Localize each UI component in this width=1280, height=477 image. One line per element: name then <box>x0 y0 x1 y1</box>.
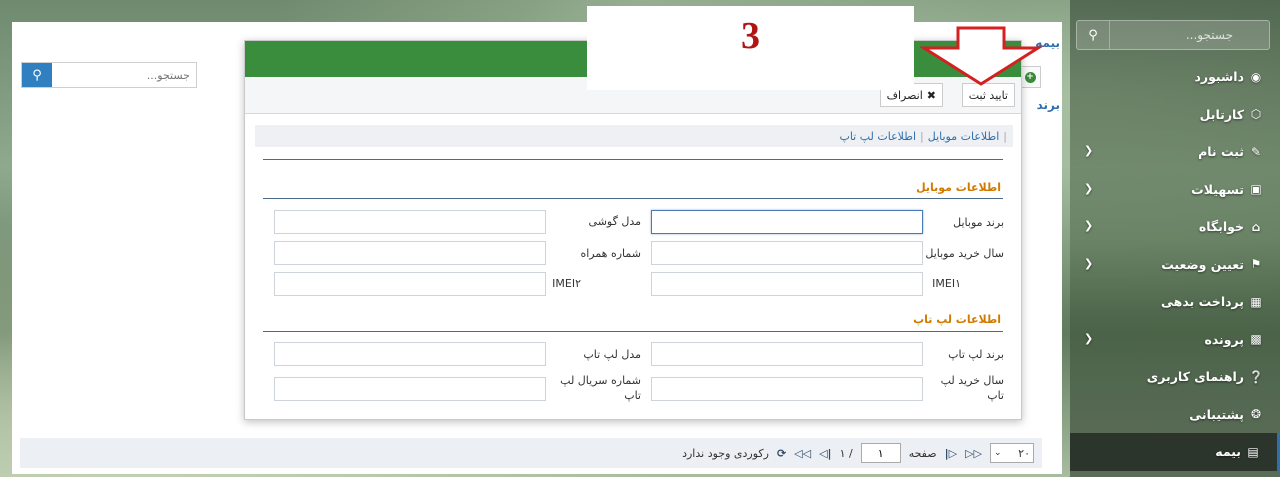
insurance-modal: تایید ثبت ✖ انصراف | اطلاعات موبایل | اط… <box>244 40 1022 420</box>
sidebar-item-guide[interactable]: ❔ راهنمای کاربری <box>1070 358 1280 396</box>
chevron-left-icon: ❮ <box>1084 331 1094 345</box>
sidebar: ⚲ ◉ داشبورد ⬡ کارتابل ✎ ثبت نام ❮ ▣ تسهی… <box>1070 0 1280 477</box>
column-header-brand: برند <box>1036 98 1060 112</box>
sidebar-item-label: پشتیبانی <box>1189 406 1244 422</box>
page-size-select[interactable]: ۲۰ ⌄ <box>990 443 1034 463</box>
sidebar-item-cartable[interactable]: ⬡ کارتابل <box>1070 96 1280 134</box>
search-icon: ⚲ <box>32 67 42 83</box>
sidebar-item-dormitory[interactable]: ⌂ خوابگاه ❮ <box>1070 208 1280 246</box>
label-mobile-year: سال خرید موبایل <box>925 247 1004 260</box>
input-laptop-brand[interactable] <box>651 342 923 366</box>
empty-records-text: رکوردی وجود ندارد <box>682 446 769 460</box>
help-icon: ❔ <box>1248 369 1264 384</box>
input-mobile-model[interactable] <box>274 210 546 234</box>
chevron-left-icon: ❮ <box>1084 181 1094 195</box>
sidebar-item-label: بیمه <box>1215 444 1241 460</box>
home-icon: ⌂ <box>1251 219 1261 234</box>
label-mobile-model: مدل گوشی <box>588 215 641 228</box>
prev-page-icon[interactable]: |◁ <box>819 447 831 460</box>
label-laptop-serial: شماره سریال لپ تاپ <box>560 374 641 402</box>
sidebar-item-label: تسهیلات <box>1191 181 1244 197</box>
label-imei1: IMEI۱ <box>932 277 961 290</box>
chevron-left-icon: ❮ <box>1084 256 1094 270</box>
input-imei1[interactable] <box>651 272 923 296</box>
pager-bar: ۲۰ ⌄ ▷▷ ▷| صفحه / ۱ |◁ ◁◁ ⟳ رکوردی وجود … <box>20 438 1042 468</box>
money-icon: ▦ <box>1250 294 1262 309</box>
confirm-button-label: تایید ثبت <box>968 88 1008 102</box>
sidebar-item-label: داشبورد <box>1194 69 1244 85</box>
breadcrumb-mobile[interactable]: اطلاعات موبایل <box>928 130 1000 143</box>
sidebar-item-label: خوابگاه <box>1198 219 1244 235</box>
label-laptop-brand: برند لپ تاپ <box>948 348 1004 361</box>
step-number: 3 <box>741 15 760 57</box>
breadcrumb-laptop[interactable]: اطلاعات لپ تاپ <box>839 130 916 143</box>
label-phone-number: شماره همراه <box>580 247 641 260</box>
last-page-icon[interactable]: ▷▷ <box>965 447 982 460</box>
first-page-icon[interactable]: ◁◁ <box>794 447 811 460</box>
label-mobile-brand: برند موبایل <box>953 216 1004 229</box>
cancel-button-label: انصراف <box>886 88 923 102</box>
main-search-input[interactable] <box>56 63 192 87</box>
input-laptop-model[interactable] <box>274 342 546 366</box>
annotation-arrow-icon <box>920 26 1044 86</box>
sidebar-item-label: ثبت نام <box>1198 144 1244 160</box>
breadcrumb: | اطلاعات موبایل | اطلاعات لپ تاپ <box>255 125 1013 147</box>
sidebar-item-label: راهنمای کاربری <box>1146 369 1244 385</box>
page-number-input[interactable] <box>860 443 901 463</box>
section-title-laptop: اطلاعات لپ تاپ <box>913 313 1001 326</box>
insurance-icon: ▤ <box>1247 444 1259 459</box>
section-divider <box>263 331 1003 332</box>
search-icon[interactable]: ⚲ <box>1077 21 1110 49</box>
sidebar-item-label: کارتابل <box>1199 106 1244 122</box>
input-mobile-year[interactable] <box>651 241 923 265</box>
card-icon: ▣ <box>1250 182 1262 197</box>
sidebar-item-dashboard[interactable]: ◉ داشبورد <box>1070 58 1280 96</box>
sidebar-item-status[interactable]: ⚑ تعیین وضعیت ❮ <box>1070 246 1280 284</box>
sidebar-menu: ◉ داشبورد ⬡ کارتابل ✎ ثبت نام ❮ ▣ تسهیلا… <box>1070 58 1280 471</box>
chevron-left-icon: ❮ <box>1084 144 1094 157</box>
input-laptop-serial[interactable] <box>274 377 546 401</box>
page-label: صفحه <box>908 446 937 460</box>
label-laptop-year: سال خرید لپ تاپ <box>940 374 1004 402</box>
sidebar-item-label: تعیین وضعیت <box>1161 256 1244 272</box>
main-search-box: ⚲ <box>21 62 197 88</box>
page-total: / ۱ <box>839 446 853 460</box>
page-size-value: ۲۰ <box>1018 446 1030 460</box>
close-icon: ✖ <box>926 88 936 102</box>
sidebar-item-file[interactable]: ▩ پرونده ❮ <box>1070 321 1280 359</box>
sidebar-item-support[interactable]: ❂ پشتیبانی <box>1070 396 1280 434</box>
sidebar-item-insurance[interactable]: ▤ بیمه <box>1070 433 1280 471</box>
next-page-icon[interactable]: ▷| <box>945 447 957 460</box>
folder-icon: ▩ <box>1250 332 1262 347</box>
search-button[interactable]: ⚲ <box>22 63 52 87</box>
sidebar-item-facilities[interactable]: ▣ تسهیلات ❮ <box>1070 171 1280 209</box>
label-laptop-model: مدل لپ تاپ <box>583 348 641 361</box>
chevron-left-icon: ❮ <box>1084 219 1094 232</box>
annotation-box: 3 <box>587 6 914 90</box>
sidebar-item-label: پرداخت بدهی <box>1161 294 1244 310</box>
input-mobile-brand[interactable] <box>651 210 923 234</box>
edit-icon: ✎ <box>1250 144 1262 159</box>
cube-icon: ⬡ <box>1250 107 1262 122</box>
section-title-mobile: اطلاعات موبایل <box>916 181 1001 194</box>
divider <box>263 159 1003 160</box>
palette-icon: ◉ <box>1250 69 1262 84</box>
chevron-down-icon: ⌄ <box>994 448 1002 458</box>
input-laptop-year[interactable] <box>651 377 923 401</box>
input-imei2[interactable] <box>274 272 546 296</box>
sidebar-item-registration[interactable]: ✎ ثبت نام ❮ <box>1070 133 1280 171</box>
input-phone-number[interactable] <box>274 241 546 265</box>
flag-icon: ⚑ <box>1250 257 1262 272</box>
sidebar-item-label: پرونده <box>1204 331 1244 347</box>
sidebar-search-box: ⚲ <box>1076 20 1270 50</box>
section-divider <box>263 198 1003 199</box>
sidebar-item-payment[interactable]: ▦ پرداخت بدهی <box>1070 283 1280 321</box>
label-imei2: IMEI۲ <box>552 277 581 290</box>
refresh-icon[interactable]: ⟳ <box>777 447 786 460</box>
lifebuoy-icon: ❂ <box>1250 407 1262 422</box>
